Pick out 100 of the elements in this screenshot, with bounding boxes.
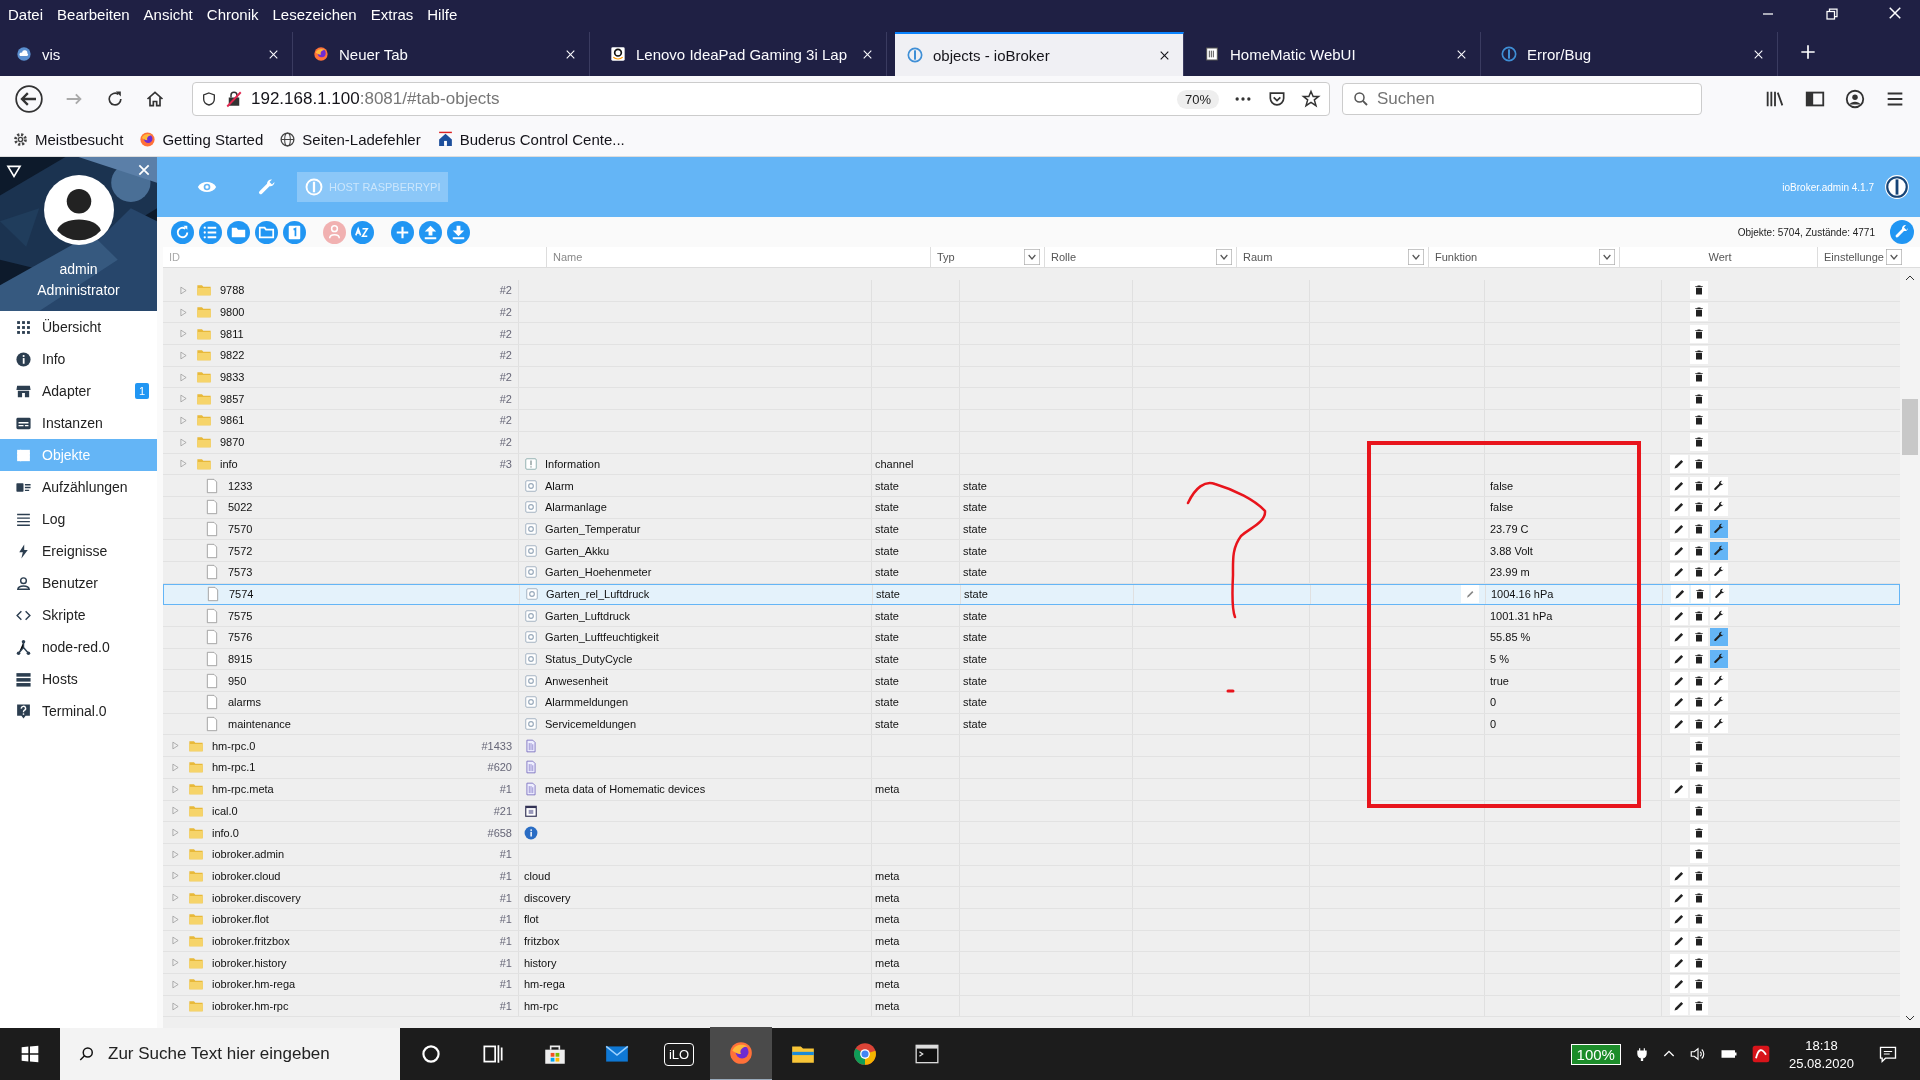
edit-icon[interactable] — [1670, 866, 1688, 885]
delete-icon[interactable] — [1690, 823, 1708, 842]
delete-icon[interactable] — [1690, 433, 1708, 452]
delete-icon[interactable] — [1690, 845, 1708, 864]
sidebar-item[interactable]: Adapter 1 — [0, 375, 157, 407]
edit-icon[interactable] — [1670, 519, 1688, 538]
delete-icon[interactable] — [1690, 693, 1708, 712]
menu-item[interactable]: Extras — [370, 5, 414, 23]
menu-item[interactable]: Datei — [8, 5, 44, 23]
wrench-icon[interactable] — [1710, 628, 1728, 647]
table-row[interactable]: 9833 #2 — [163, 366, 1900, 389]
table-row[interactable]: info.0 #658 — [163, 822, 1900, 844]
edit-icon[interactable] — [1671, 585, 1689, 604]
delete-icon[interactable] — [1690, 368, 1708, 387]
bookmark-star-icon[interactable] — [1301, 89, 1321, 109]
table-row[interactable]: iobroker.fritzbox #1 fritzbox meta — [163, 930, 1900, 953]
delete-icon[interactable] — [1691, 585, 1709, 604]
edit-icon[interactable] — [1670, 780, 1688, 799]
edit-icon[interactable] — [1670, 953, 1688, 972]
delete-icon[interactable] — [1690, 498, 1708, 517]
refresh-icon[interactable] — [171, 220, 194, 244]
delete-icon[interactable] — [1690, 780, 1708, 799]
notification-icon[interactable] — [1878, 1044, 1898, 1064]
number-box-icon[interactable] — [283, 220, 306, 244]
delete-icon[interactable] — [1690, 324, 1708, 343]
taskbar-search-field[interactable]: Zur Suche Text hier eingeben — [60, 1028, 400, 1080]
clock-time[interactable]: 18:18 — [1805, 1037, 1838, 1053]
table-row[interactable]: info #3 Information channel — [163, 453, 1900, 476]
bookmark-item[interactable]: Meistbesucht — [12, 130, 124, 148]
reload-icon[interactable] — [105, 89, 125, 109]
delete-icon[interactable] — [1690, 411, 1708, 430]
delete-icon[interactable] — [1690, 910, 1708, 929]
insecure-lock-icon[interactable] — [225, 90, 243, 108]
edit-icon[interactable] — [1670, 650, 1688, 669]
settings-icon[interactable] — [1890, 220, 1914, 244]
folder-icon[interactable] — [227, 220, 250, 244]
table-row[interactable]: 9857 #2 — [163, 388, 1900, 411]
zoom-level-badge[interactable]: 70% — [1176, 89, 1219, 109]
edit-icon[interactable] — [1670, 541, 1688, 560]
plug-icon[interactable] — [1634, 1045, 1649, 1063]
table-row[interactable]: 5022 Alarmanlage state state false — [163, 496, 1900, 519]
sidebar-item[interactable]: Aufzählungen — [0, 471, 157, 503]
sort-az-icon[interactable] — [351, 220, 374, 244]
table-row[interactable]: iobroker.cloud #1 cloud meta — [163, 865, 1900, 888]
wrench-icon[interactable] — [1710, 671, 1728, 690]
delete-icon[interactable] — [1690, 650, 1708, 669]
delete-icon[interactable] — [1690, 476, 1708, 495]
edit-icon[interactable] — [1670, 888, 1688, 907]
shield-icon[interactable] — [201, 91, 217, 107]
sidebar-item[interactable]: Log — [0, 503, 157, 535]
table-row[interactable]: 9800 #2 — [163, 301, 1900, 324]
edit-icon[interactable] — [1670, 715, 1688, 734]
dropdown-icon[interactable] — [1598, 249, 1616, 265]
wrench-icon[interactable] — [1710, 498, 1728, 517]
delete-icon[interactable] — [1690, 975, 1708, 994]
table-row[interactable]: 7570 Garten_Temperatur state state 23.79 C — [163, 518, 1900, 541]
table-row[interactable]: 9811 #2 — [163, 323, 1900, 346]
edit-icon[interactable] — [1670, 910, 1688, 929]
plus-icon[interactable] — [1798, 42, 1818, 62]
table-row[interactable]: iobroker.history #1 history meta — [163, 952, 1900, 974]
folder-icon[interactable] — [255, 220, 278, 244]
delete-icon[interactable] — [1690, 563, 1708, 582]
bookmark-item[interactable]: Buderus Control Cente... — [436, 130, 625, 148]
delete-icon[interactable] — [1690, 736, 1708, 755]
pocket-icon[interactable] — [1267, 89, 1287, 109]
delete-icon[interactable] — [1690, 866, 1708, 885]
table-row[interactable]: hm-rpc.1 #620 — [163, 757, 1900, 779]
delete-icon[interactable] — [1690, 997, 1708, 1016]
wrench-icon[interactable] — [1710, 693, 1728, 712]
address-field[interactable]: 192.168.1.100:8081/#tab-objects 70% — [192, 82, 1330, 116]
download-icon[interactable] — [447, 220, 470, 244]
table-row[interactable]: 8915 Status_DutyCycle state state 5 % — [163, 648, 1900, 671]
back-icon[interactable] — [15, 85, 43, 113]
bookmark-item[interactable]: Seiten-Ladefehler — [279, 130, 421, 148]
collapse-triangle-icon[interactable] — [6, 163, 22, 179]
edit-icon[interactable] — [1670, 563, 1688, 582]
windows-start-icon[interactable] — [20, 1044, 40, 1064]
table-row[interactable]: iobroker.hm-rega #1 hm-rega meta — [163, 974, 1900, 996]
account-icon[interactable] — [1844, 88, 1866, 110]
menu-item[interactable]: Chronik — [206, 5, 259, 23]
wrench-icon[interactable] — [1711, 585, 1729, 604]
table-row[interactable]: 7574 Garten_rel_Luftdruck state state 1004.16 hPa — [163, 583, 1900, 606]
delete-icon[interactable] — [1690, 606, 1708, 625]
speaker-icon[interactable] — [1688, 1045, 1707, 1063]
table-row[interactable]: alarms Alarmmeldungen state state 0 — [163, 692, 1900, 714]
menu-item[interactable]: Bearbeiten — [57, 5, 130, 23]
delete-icon[interactable] — [1690, 281, 1708, 300]
edit-icon[interactable] — [1670, 628, 1688, 647]
delete-icon[interactable] — [1690, 303, 1708, 322]
bookmark-item[interactable]: Getting Started — [139, 130, 264, 148]
table-row[interactable]: 950 Anwesenheit state state true — [163, 670, 1900, 693]
dropdown-icon[interactable] — [1023, 249, 1041, 265]
edit-icon[interactable] — [1670, 975, 1688, 994]
dropdown-icon[interactable] — [1215, 249, 1233, 265]
sidebar-item[interactable]: Info — [0, 343, 157, 375]
menu-item[interactable]: Lesezeichen — [272, 5, 357, 23]
table-row[interactable]: 9788 #2 — [163, 280, 1900, 302]
wrench-icon[interactable] — [1710, 606, 1728, 625]
delete-icon[interactable] — [1690, 519, 1708, 538]
edit-icon[interactable] — [1670, 606, 1688, 625]
